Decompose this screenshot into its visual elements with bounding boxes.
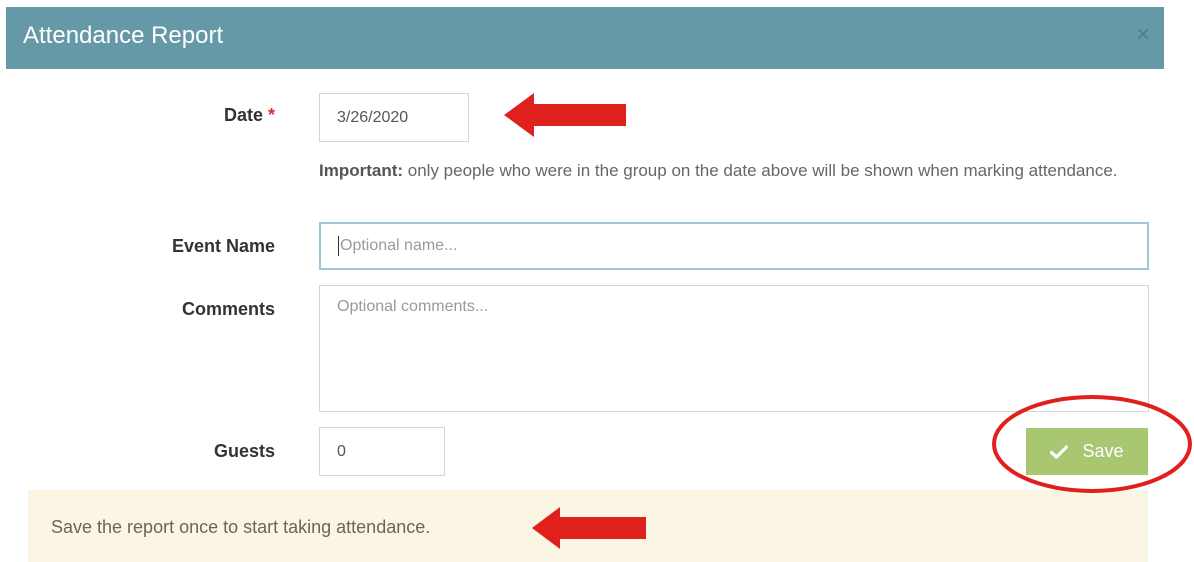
event-name-placeholder: Optional name... [340, 237, 458, 254]
dialog-header: Attendance Report × [6, 7, 1164, 69]
guests-label: Guests [213, 441, 275, 461]
important-note: Important: only people who were in the g… [319, 158, 1139, 183]
guests-input[interactable]: 0 [319, 427, 445, 476]
close-icon[interactable]: × [1136, 23, 1150, 47]
date-value: 3/26/2020 [337, 108, 409, 126]
event-name-input[interactable]: Optional name... [319, 222, 1149, 270]
date-input[interactable]: 3/26/2020 [319, 93, 469, 142]
comments-placeholder: Optional comments... [337, 298, 489, 315]
required-mark: * [267, 105, 275, 125]
attendance-report-dialog: Attendance Report × Date * 3/26/2020 Impo… [0, 0, 1194, 562]
guests-value: 0 [337, 442, 346, 460]
annotation-circle-save [992, 395, 1192, 493]
event-name-label: Event Name [171, 236, 275, 256]
alert-text: Save the report once to start taking att… [51, 517, 431, 537]
annotation-arrow-alert [532, 507, 646, 549]
dialog-title: Attendance Report [23, 22, 224, 49]
text-caret [338, 236, 339, 256]
important-label: Important: [319, 161, 404, 180]
important-text: only people who were in the group on the… [403, 161, 1118, 180]
date-label: Date * [223, 105, 275, 125]
annotation-arrow-date [504, 93, 626, 137]
comments-label: Comments [181, 299, 275, 319]
